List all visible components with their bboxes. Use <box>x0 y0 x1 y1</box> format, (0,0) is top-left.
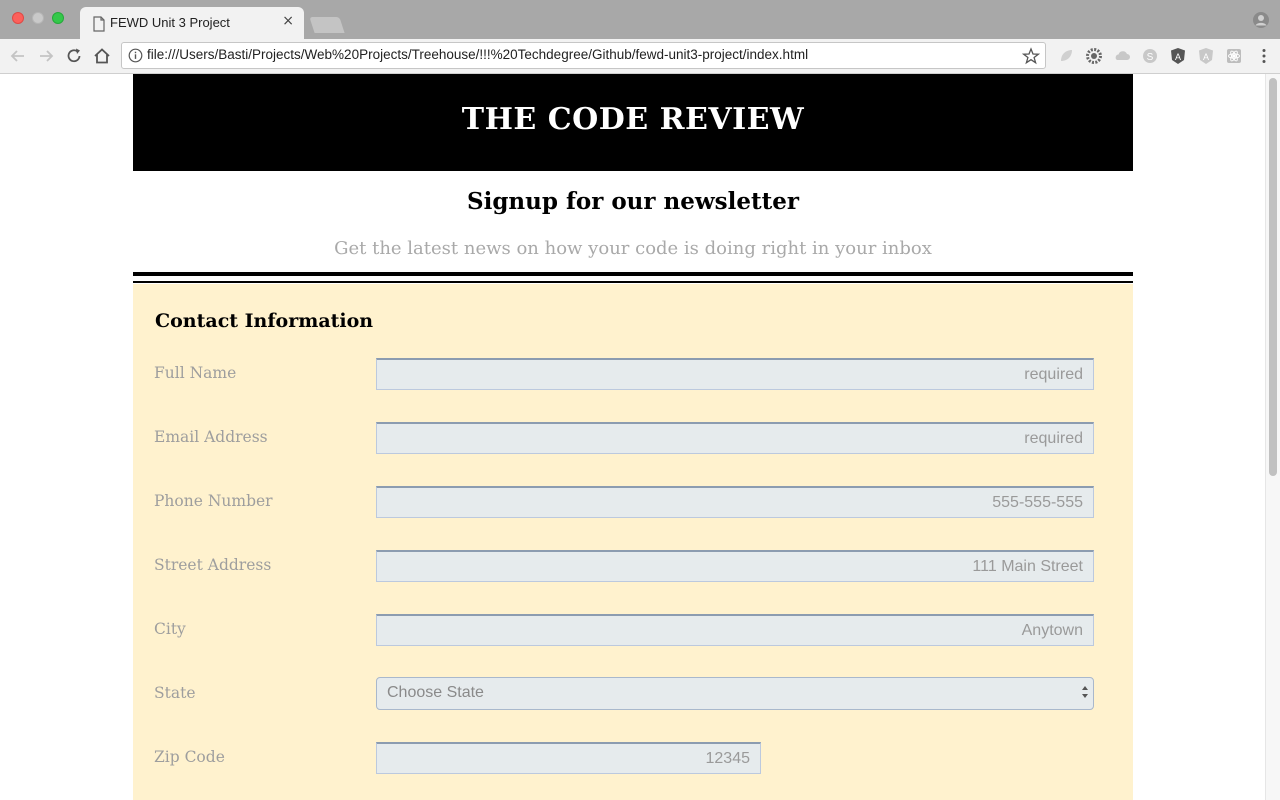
full-name-input[interactable] <box>376 358 1094 390</box>
phone-label: Phone Number <box>154 492 273 510</box>
site-title: THE CODE REVIEW <box>461 102 805 137</box>
extension-gear-icon[interactable] <box>1085 47 1103 65</box>
tab-close-icon[interactable]: × <box>282 13 294 29</box>
back-icon[interactable] <box>8 46 28 66</box>
tab-title: FEWD Unit 3 Project <box>110 15 230 30</box>
home-icon[interactable] <box>92 46 112 66</box>
profile-icon[interactable] <box>1252 11 1270 29</box>
city-input[interactable] <box>376 614 1094 646</box>
full-name-label: Full Name <box>154 364 237 382</box>
extension-cloud-icon[interactable] <box>1113 47 1131 65</box>
close-window-button[interactable] <box>12 12 24 24</box>
newsletter-heading: Signup for our newsletter <box>467 188 799 215</box>
site-header: THE CODE REVIEW <box>133 74 1133 171</box>
address-bar[interactable]: file:///Users/Basti/Projects/Web%20Proje… <box>121 42 1046 69</box>
reload-icon[interactable] <box>64 46 84 66</box>
state-label: State <box>154 684 196 702</box>
page-icon <box>93 16 105 32</box>
divider-thick <box>133 272 1133 276</box>
section-title: Contact Information <box>155 310 374 332</box>
scrollbar-thumb[interactable] <box>1269 78 1277 476</box>
email-label: Email Address <box>154 428 268 446</box>
info-icon[interactable] <box>128 48 143 63</box>
extension-skype-icon[interactable]: S <box>1141 47 1159 65</box>
minimize-window-button[interactable] <box>32 12 44 24</box>
menu-kebab-icon[interactable] <box>1255 47 1273 65</box>
email-input[interactable] <box>376 422 1094 454</box>
svg-text:S: S <box>1147 52 1154 63</box>
maximize-window-button[interactable] <box>52 12 64 24</box>
browser-toolbar: file:///Users/Basti/Projects/Web%20Proje… <box>0 39 1280 74</box>
zip-label: Zip Code <box>154 748 225 766</box>
extension-leaf-icon[interactable] <box>1057 47 1075 65</box>
phone-input[interactable] <box>376 486 1094 518</box>
browser-titlebar: FEWD Unit 3 Project × <box>0 0 1280 39</box>
bookmark-star-icon[interactable] <box>1022 47 1040 65</box>
page-scrollbar[interactable] <box>1265 74 1280 800</box>
city-label: City <box>154 620 186 638</box>
forward-icon[interactable] <box>36 46 56 66</box>
extension-react-icon[interactable] <box>1225 47 1243 65</box>
url-text: file:///Users/Basti/Projects/Web%20Proje… <box>147 47 809 62</box>
svg-text:A: A <box>1175 52 1181 62</box>
extension-angular-light-icon[interactable]: A <box>1197 47 1215 65</box>
extension-angular-icon[interactable]: A <box>1169 47 1187 65</box>
divider-thin <box>133 281 1133 283</box>
svg-text:A: A <box>1203 52 1209 62</box>
state-select[interactable]: Choose State <box>376 677 1094 710</box>
zip-input[interactable] <box>376 742 761 774</box>
newsletter-subtitle: Get the latest news on how your code is … <box>334 238 932 259</box>
signup-form: Contact Information Full Name Email Addr… <box>133 284 1133 800</box>
browser-tab[interactable]: FEWD Unit 3 Project × <box>80 7 304 39</box>
state-select-value: Choose State <box>387 684 484 701</box>
street-label: Street Address <box>154 556 272 574</box>
street-input[interactable] <box>376 550 1094 582</box>
select-arrows-icon <box>1082 686 1088 698</box>
new-tab-button[interactable] <box>309 17 345 33</box>
